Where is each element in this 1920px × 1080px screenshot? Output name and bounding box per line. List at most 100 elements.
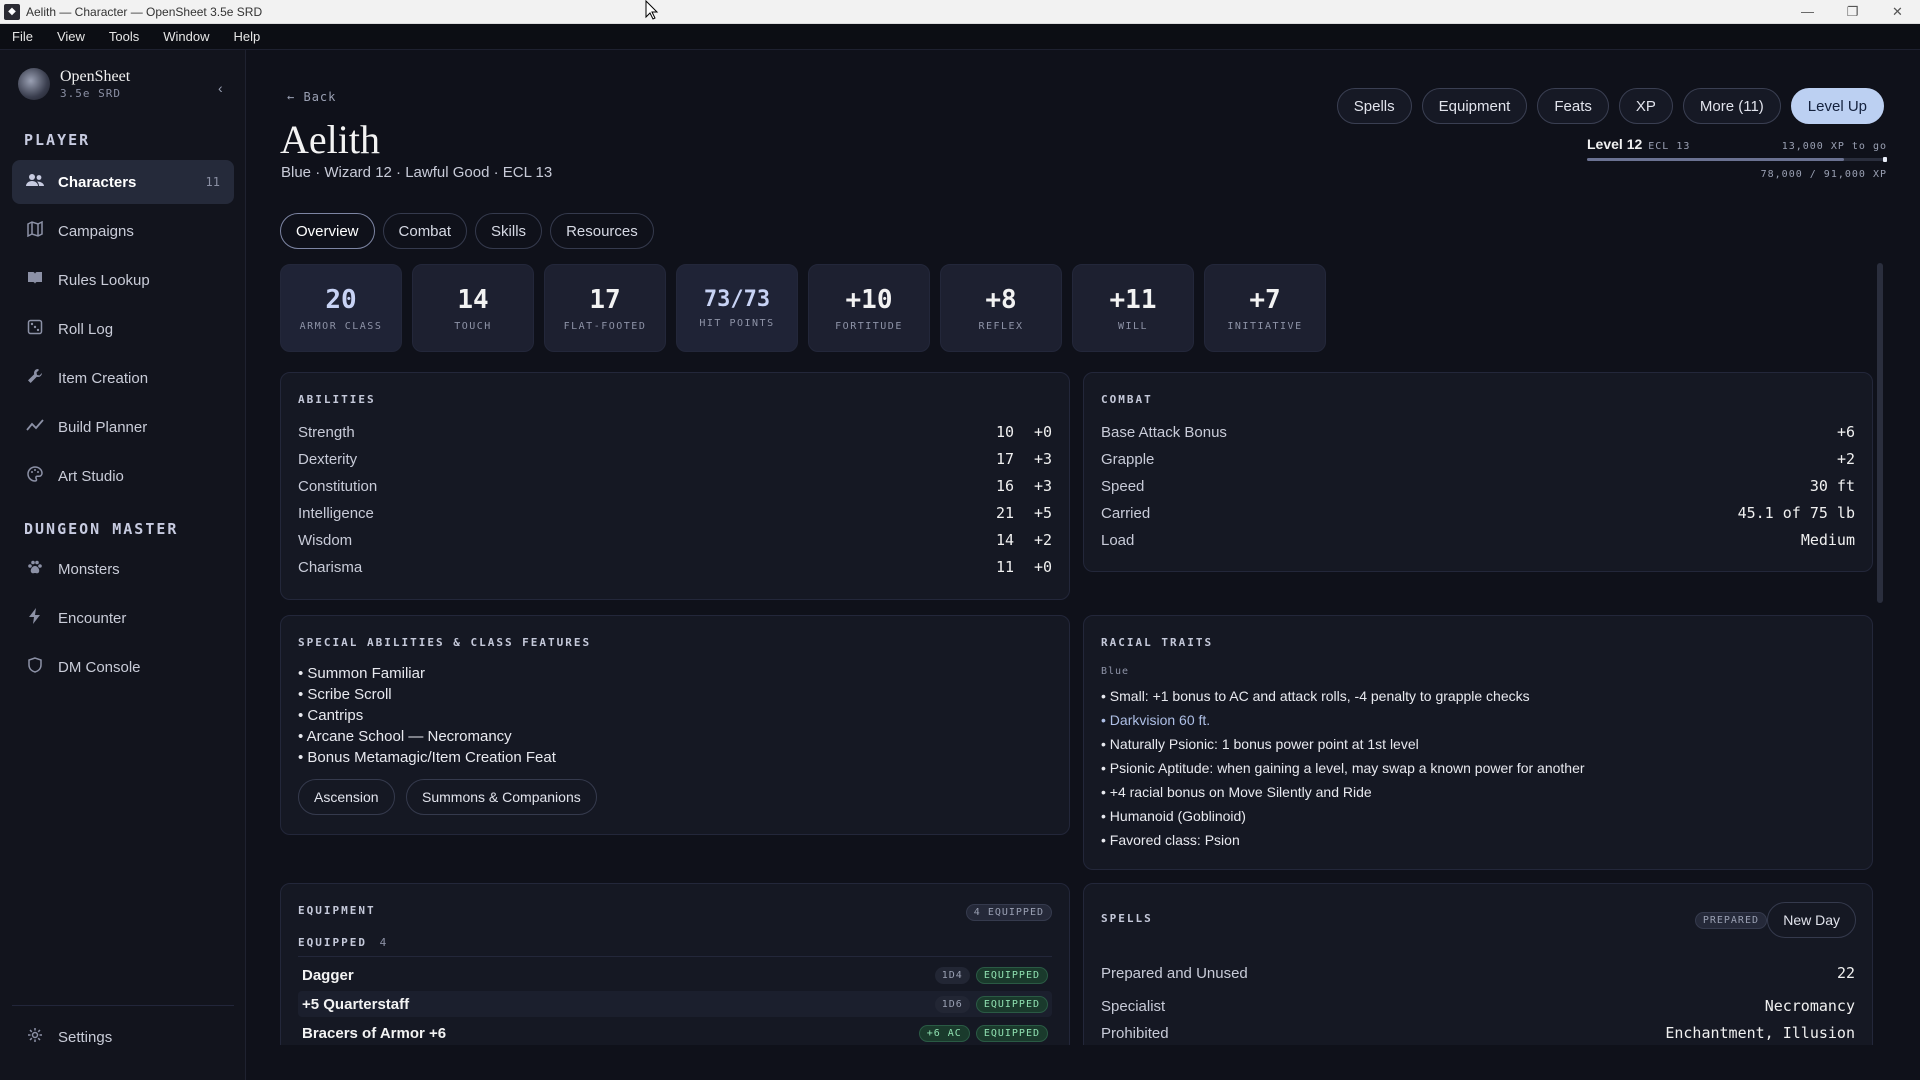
map-icon [24,220,46,241]
stat-value: 20 [325,284,357,315]
equipped-subheader: EQUIPPED 4 [298,936,388,949]
xp-total: 78,000 / 91,000 XP [1760,169,1887,180]
ability-mod: +5 [1033,504,1052,522]
badge-text: PREPARED [1694,912,1767,929]
content-scrollbar[interactable] [1877,263,1883,603]
ability-score: 21 [995,504,1014,522]
spell-row: Prohibited Enchantment, Illusion [1101,1024,1855,1042]
characters-count: 11 [205,175,220,189]
ability-score: 17 [995,450,1014,468]
feats-button[interactable]: Feats [1537,88,1609,124]
menu-bar: File View Tools Window Help [0,24,1920,50]
mouse-cursor-icon [645,0,659,20]
combat-row: Speed 30 ft [1101,477,1855,495]
equipment-row[interactable]: Bracers of Armor +6 +6 AC EQUIPPED [298,1020,1052,1046]
sidebar-item-roll-log[interactable]: Roll Log [12,307,234,351]
level-up-button[interactable]: Level Up [1790,88,1884,124]
tab-overview[interactable]: Overview [280,213,375,249]
feature-item: • Scribe Scroll [298,686,392,703]
stat-label: HIT POINTS [699,318,775,329]
equipment-row[interactable]: +5 Quarterstaff 1D6 EQUIPPED [298,991,1052,1017]
tab-combat[interactable]: Combat [382,213,468,249]
combat-card: COMBAT Base Attack Bonus +6 Grapple +2 Spe… [1083,372,1873,572]
stat-label: INITIATIVE [1227,320,1303,332]
ability-score: 10 [995,423,1014,441]
spells-button[interactable]: Spells [1336,88,1412,124]
sidebar-item-dm-console[interactable]: DM Console [12,645,234,689]
sidebar-item-art-studio[interactable]: Art Studio [12,454,234,498]
ascension-button[interactable]: Ascension [298,779,395,815]
sidebar-item-item-creation[interactable]: Item Creation [12,356,234,400]
abilities-card: ABILITIES Strength 10 +0 Dexterity 17 +3 Con… [280,372,1070,600]
menu-tools[interactable]: Tools [97,29,151,44]
stat-will: +11 WILL [1072,264,1194,352]
spell-row: Prepared and Unused 22 [1101,964,1855,982]
combat-row: Load Medium [1101,531,1855,549]
menu-help[interactable]: Help [222,29,273,44]
maximize-icon[interactable]: ❐ [1830,0,1875,23]
collapse-sidebar-icon[interactable]: ‹ [218,80,223,96]
trait-item: • Humanoid (Goblinoid) [1101,808,1246,824]
content-clip [247,1045,1920,1080]
combat-stat-value: Medium [1800,531,1855,549]
sidebar-item-rules-lookup[interactable]: Rules Lookup [12,258,234,302]
ability-row: Strength 10 +0 [298,423,1052,441]
xp-bar-cap [1883,157,1887,162]
character-name: Aelith [280,117,380,162]
tab-skills[interactable]: Skills [475,213,543,249]
minimize-icon[interactable]: — [1785,0,1830,23]
special-abilities-title: SPECIAL ABILITIES & CLASS FEATURES [298,636,592,649]
menu-view[interactable]: View [45,29,97,44]
spell-stat-name: Specialist [1101,997,1166,1015]
menu-window[interactable]: Window [151,29,221,44]
combat-row: Carried 45.1 of 75 lb [1101,504,1855,522]
stat-label: ARMOR CLASS [299,320,383,332]
sidebar-item-build-planner[interactable]: Build Planner [12,405,234,449]
new-day-button[interactable]: New Day [1767,902,1856,938]
equipment-divider [298,956,1052,957]
summons-companions-button[interactable]: Summons & Companions [406,779,597,815]
sidebar-item-monsters[interactable]: Monsters [12,547,234,591]
stat-value: +7 [1249,284,1281,315]
character-subtitle: Blue · Wizard 12 · Lawful Good · ECL 13 [281,164,553,181]
xp-button[interactable]: XP [1618,88,1673,124]
sidebar-item-settings[interactable]: Settings [12,1015,234,1059]
stat-label: REFLEX [978,320,1024,332]
users-icon [24,173,46,191]
equipped-badge: EQUIPPED [975,995,1048,1013]
stat-reflex: +8 REFLEX [940,264,1062,352]
xp-progress: Level 12 ECL 13 13,000 XP to go 78,000 /… [1587,136,1887,180]
more-button[interactable]: More (11) [1682,88,1781,124]
stat-touch: 14 TOUCH [412,264,534,352]
stat-label: WILL [1117,320,1149,332]
equipment-name: +5 Quarterstaff [302,995,410,1013]
gear-icon [24,1027,46,1047]
menu-file[interactable]: File [0,29,45,44]
tab-resources[interactable]: Resources [550,213,654,249]
app-logo-icon [18,68,50,100]
racial-traits-title: RACIAL TRAITS [1101,636,1214,649]
trait-item: • Naturally Psionic: 1 bonus power point… [1101,736,1419,752]
equipment-tag: 1D6 [934,995,970,1013]
combat-stat-name: Speed [1101,477,1145,495]
trait-item-link[interactable]: • Darkvision 60 ft. [1101,712,1210,728]
chart-icon [24,418,46,436]
sidebar-item-label: Item Creation [58,369,149,387]
ability-mod: +3 [1033,450,1052,468]
equipment-row[interactable]: Dagger 1D4 EQUIPPED [298,962,1052,988]
back-link[interactable]: ← Back [287,90,336,104]
spell-stat-name: Prepared and Unused [1101,964,1248,982]
stat-value: 73/73 [703,287,771,312]
stat-label: FLAT-FOOTED [563,320,647,332]
combat-stat-name: Grapple [1101,450,1155,468]
ability-row: Dexterity 17 +3 [298,450,1052,468]
sidebar-item-campaigns[interactable]: Campaigns [12,209,234,253]
close-icon[interactable]: ✕ [1875,0,1920,23]
sidebar-item-characters[interactable]: Characters 11 [12,160,234,204]
stat-value: 17 [589,284,621,315]
equipment-tag: 1D4 [934,966,970,984]
equipment-button[interactable]: Equipment [1421,88,1528,124]
sidebar-item-encounter[interactable]: Encounter [12,596,234,640]
equipped-label: EQUIPPED [298,936,367,949]
sidebar-item-label: Art Studio [58,467,124,485]
